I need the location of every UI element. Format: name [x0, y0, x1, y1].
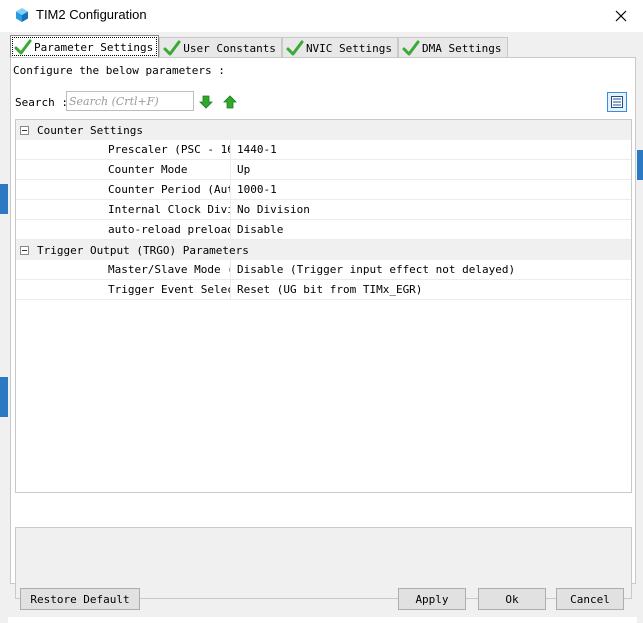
search-previous-up-arrow-icon[interactable] [222, 94, 238, 110]
collapse-minus-icon[interactable] [20, 245, 29, 255]
green-check-icon [163, 40, 181, 56]
instructions-text: Configure the below parameters : [13, 64, 225, 77]
parameter-row[interactable]: auto-reload preload Disable [16, 220, 631, 240]
parameter-name: Internal Clock Division (CKD) [16, 200, 231, 219]
parameter-row[interactable]: Trigger Event SelectionReset (UG bit fro… [16, 280, 631, 300]
cancel-button[interactable]: Cancel [556, 588, 624, 610]
green-check-icon [402, 40, 420, 56]
parameter-row[interactable]: Master/Slave Mode (MSM bit)Disable (Trig… [16, 260, 631, 280]
parameter-name: Counter Period (AutoReload Regis... [16, 180, 231, 199]
tab-label: DMA Settings [422, 41, 502, 55]
cube-icon [16, 8, 28, 22]
tab-bar: Parameter Settings User Constants NVIC Set… [10, 35, 508, 58]
group-title: Counter Settings [37, 123, 143, 137]
list-view-icon [611, 96, 623, 108]
background-window-edge-left [0, 32, 8, 623]
tab-label: Parameter Settings [34, 40, 154, 54]
dialog-body: Parameter Settings User Constants NVIC Set… [8, 32, 637, 617]
parameter-value[interactable]: Reset (UG bit from TIMx_EGR) [231, 280, 422, 299]
parameter-value[interactable]: 1000-1 [231, 180, 277, 199]
parameter-name: Master/Slave Mode (MSM bit) [16, 260, 231, 279]
group-header[interactable]: Trigger Output (TRGO) Parameters [16, 240, 631, 260]
ok-button[interactable]: Ok [478, 588, 546, 610]
tab-parameter-settings[interactable]: Parameter Settings [10, 35, 160, 58]
parameter-value[interactable]: No Division [231, 200, 310, 219]
green-check-icon [14, 39, 32, 55]
parameter-value[interactable]: 1440-1 [231, 140, 277, 159]
tab-dma-settings[interactable]: DMA Settings [398, 37, 508, 58]
tab-user-constants[interactable]: User Constants [159, 37, 282, 58]
tab-label: User Constants [183, 41, 276, 55]
search-label: Search : [15, 96, 68, 109]
parameter-name: auto-reload preload [16, 220, 231, 239]
apply-button[interactable]: Apply [398, 588, 466, 610]
parameter-value[interactable]: Up [231, 160, 250, 179]
parameter-row[interactable]: Counter Period (AutoReload Regis...1000-… [16, 180, 631, 200]
close-button[interactable] [609, 4, 633, 28]
collapse-minus-icon[interactable] [20, 125, 29, 135]
list-view-toggle-button[interactable] [607, 92, 627, 112]
green-check-icon [286, 40, 304, 56]
search-next-down-arrow-icon[interactable] [198, 94, 214, 110]
parameter-name: Trigger Event Selection [16, 280, 231, 299]
parameter-value[interactable]: Disable (Trigger input effect not delaye… [231, 260, 515, 279]
close-icon [615, 10, 627, 22]
search-input[interactable] [66, 91, 194, 111]
parameter-name: Prescaler (PSC - 16 bits value) [16, 140, 231, 159]
parameter-name: Counter Mode [16, 160, 231, 179]
background-window-edge-right [637, 32, 643, 623]
restore-default-button[interactable]: Restore Default [20, 588, 140, 610]
parameter-value[interactable]: Disable [231, 220, 283, 239]
tab-nvic-settings[interactable]: NVIC Settings [281, 37, 399, 58]
parameter-row[interactable]: Internal Clock Division (CKD)No Division [16, 200, 631, 220]
tab-panel-parameter-settings: Configure the below parameters : Search … [10, 57, 636, 599]
group-header[interactable]: Counter Settings [16, 120, 631, 140]
tab-label: NVIC Settings [305, 41, 393, 55]
group-title: Trigger Output (TRGO) Parameters [37, 243, 249, 257]
parameter-row[interactable]: Counter Mode Up [16, 160, 631, 180]
parameter-tree: Counter Settings Prescaler (PSC - 16 bits… [15, 119, 632, 493]
parameter-row[interactable]: Prescaler (PSC - 16 bits value)1440-1 [16, 140, 631, 160]
title-bar: TIM2 Configuration [0, 0, 643, 33]
window-title: TIM2 Configuration [36, 7, 147, 22]
